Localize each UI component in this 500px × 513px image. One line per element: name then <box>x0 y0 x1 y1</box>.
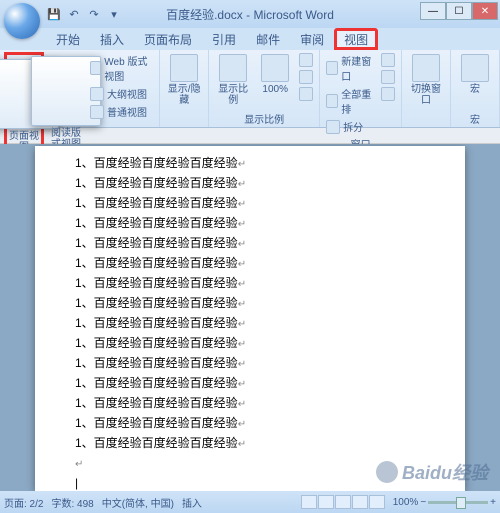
zoom-button[interactable]: 显示比例 <box>213 52 253 108</box>
qat-more[interactable]: ▾ <box>106 6 122 22</box>
list-item[interactable]: 1、百度经验百度经验百度经验↵ <box>75 314 437 334</box>
page-width-icon <box>299 87 313 101</box>
list-item[interactable]: 1、百度经验百度经验百度经验↵ <box>75 274 437 294</box>
close-button[interactable]: ✕ <box>472 2 498 20</box>
zoom-in-button[interactable]: + <box>490 497 496 508</box>
one-page-icon <box>299 53 313 67</box>
list-item[interactable]: 1、百度经验百度经验百度经验↵ <box>75 434 437 454</box>
view-side-button[interactable] <box>379 52 397 68</box>
new-window-button[interactable]: 新建窗口 <box>324 52 377 84</box>
list-item[interactable]: 1、百度经验百度经验百度经验↵ <box>75 394 437 414</box>
view-outline-button[interactable] <box>352 495 368 509</box>
outline-button[interactable]: 大纲视图 <box>88 85 155 102</box>
view-read-button[interactable] <box>318 495 334 509</box>
zoom-out-button[interactable]: − <box>420 497 426 508</box>
reset-icon <box>381 87 395 101</box>
qat-undo[interactable]: ↶ <box>66 6 82 22</box>
group-zoom-label: 显示比例 <box>213 110 315 127</box>
new-window-icon <box>326 61 338 75</box>
one-page-button[interactable] <box>297 52 315 68</box>
view-draft-button[interactable] <box>369 495 385 509</box>
switch-window-icon <box>412 54 440 82</box>
tab-2[interactable]: 页面布局 <box>134 28 202 50</box>
macros-button[interactable]: 宏 <box>455 52 495 97</box>
arrange-icon <box>326 94 338 108</box>
web-icon <box>90 61 101 75</box>
list-item[interactable]: 1、百度经验百度经验百度经验↵ <box>75 174 437 194</box>
list-item[interactable]: 1、百度经验百度经验百度经验↵ <box>75 294 437 314</box>
showhide-label: 显示/隐藏 <box>166 84 202 106</box>
zoom-slider[interactable] <box>428 501 488 504</box>
showhide-icon <box>170 54 198 82</box>
showhide-button[interactable]: 显示/隐藏 <box>164 52 204 108</box>
list-item[interactable]: 1、百度经验百度经验百度经验↵ <box>75 214 437 234</box>
sync-icon <box>381 70 395 84</box>
reading-view-button[interactable]: 阅读版式视图 <box>46 52 86 152</box>
draft-icon <box>90 105 104 119</box>
page[interactable]: 1、百度经验百度经验百度经验↵1、百度经验百度经验百度经验↵1、百度经验百度经验… <box>35 146 465 491</box>
minimize-button[interactable]: — <box>420 2 446 20</box>
list-item[interactable]: 1、百度经验百度经验百度经验↵ <box>75 234 437 254</box>
zoom-100-button[interactable]: 100% <box>255 52 295 97</box>
tab-1[interactable]: 插入 <box>90 28 134 50</box>
zoom-icon <box>219 54 247 82</box>
switch-window-label: 切换窗口 <box>408 84 444 106</box>
ribbon-tabs: 开始插入页面布局引用邮件审阅视图 <box>0 28 500 50</box>
reset-pos-button[interactable] <box>379 86 397 102</box>
watermark: Baidu经验 <box>376 459 488 485</box>
status-words[interactable]: 字数: 498 <box>51 495 93 510</box>
list-item[interactable]: 1、百度经验百度经验百度经验↵ <box>75 374 437 394</box>
macros-label: 宏 <box>470 84 480 95</box>
split-icon <box>326 120 340 134</box>
zoom-100-label: 100% <box>262 84 288 95</box>
draft-button[interactable]: 普通视图 <box>88 103 155 120</box>
zoom-100-icon <box>261 54 289 82</box>
tab-3[interactable]: 引用 <box>202 28 246 50</box>
list-item[interactable]: 1、百度经验百度经验百度经验↵ <box>75 334 437 354</box>
document-area[interactable]: 1、百度经验百度经验百度经验↵1、百度经验百度经验百度经验↵1、百度经验百度经验… <box>0 144 500 491</box>
view-web-button[interactable] <box>335 495 351 509</box>
qat-redo[interactable]: ↷ <box>86 6 102 22</box>
sync-scroll-button[interactable] <box>379 69 397 85</box>
tab-6[interactable]: 视图 <box>334 28 378 50</box>
page-width-button[interactable] <box>297 86 315 102</box>
status-mode[interactable]: 插入 <box>182 495 202 510</box>
tab-0[interactable]: 开始 <box>46 28 90 50</box>
tab-4[interactable]: 邮件 <box>246 28 290 50</box>
list-item[interactable]: 1、百度经验百度经验百度经验↵ <box>75 154 437 174</box>
tab-5[interactable]: 审阅 <box>290 28 334 50</box>
web-layout-button[interactable]: Web 版式视图 <box>88 52 155 84</box>
office-orb[interactable] <box>4 3 40 39</box>
qat-save[interactable]: 💾 <box>46 6 62 22</box>
group-macros-label: 宏 <box>455 110 495 127</box>
macros-icon <box>461 54 489 82</box>
outline-icon <box>90 87 104 101</box>
list-item[interactable]: 1、百度经验百度经验百度经验↵ <box>75 194 437 214</box>
view-print-button[interactable] <box>301 495 317 509</box>
maximize-button[interactable]: ☐ <box>446 2 472 20</box>
status-page[interactable]: 页面: 2/2 <box>4 495 43 510</box>
watermark-icon <box>376 461 398 483</box>
ribbon: 页面视图 阅读版式视图 Web 版式视图 大纲视图 普通视图 文档视图 显示/隐… <box>0 50 500 128</box>
status-bar: 页面: 2/2 字数: 498 中文(简体, 中国) 插入 100% − + <box>0 491 500 513</box>
side-icon <box>381 53 395 67</box>
list-item[interactable]: 1、百度经验百度经验百度经验↵ <box>75 254 437 274</box>
two-page-button[interactable] <box>297 69 315 85</box>
window-title: 百度经验.docx - Microsoft Word <box>166 6 334 23</box>
zoom-label: 显示比例 <box>215 84 251 106</box>
split-button[interactable]: 拆分 <box>324 118 377 135</box>
switch-window-button[interactable]: 切换窗口 <box>406 52 446 108</box>
two-page-icon <box>299 70 313 84</box>
arrange-all-button[interactable]: 全部重排 <box>324 85 377 117</box>
zoom-value[interactable]: 100% <box>393 497 419 508</box>
list-item[interactable]: 1、百度经验百度经验百度经验↵ <box>75 414 437 434</box>
status-lang[interactable]: 中文(简体, 中国) <box>102 495 174 510</box>
list-item[interactable]: 1、百度经验百度经验百度经验↵ <box>75 354 437 374</box>
